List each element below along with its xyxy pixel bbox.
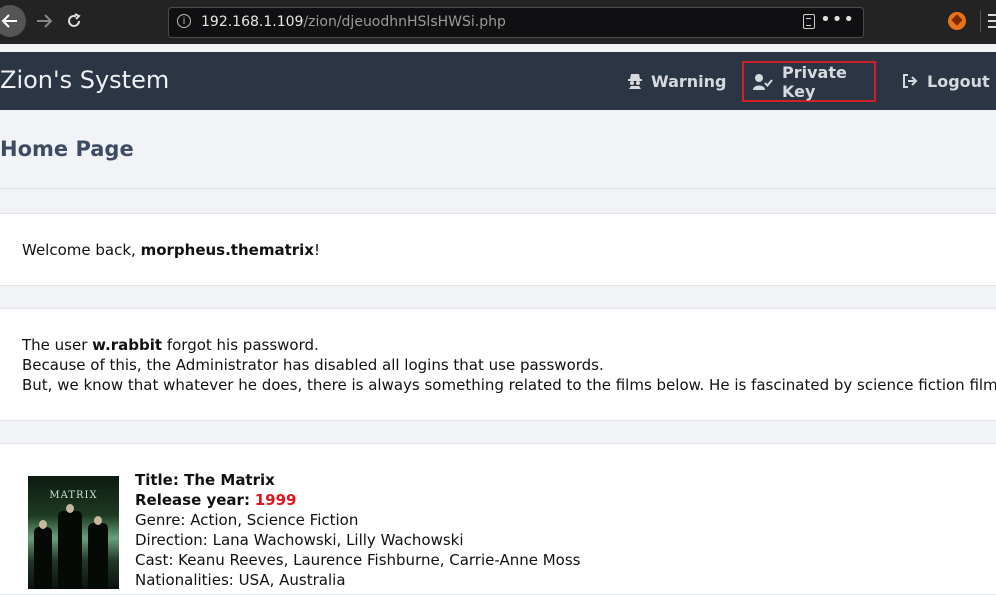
- poster-figure: [88, 523, 108, 589]
- address-bar[interactable]: i 192.168.1.109/zion/djeuodhnHSlsHWSi.ph…: [168, 7, 864, 38]
- poster-title: MATRIX: [49, 490, 98, 501]
- notice-l1-suffix: forgot his password.: [162, 336, 319, 354]
- page-title-bar: Home Page: [0, 110, 996, 189]
- reader-view-icon[interactable]: [803, 14, 815, 29]
- movie-year-label: Release year:: [135, 491, 250, 509]
- nav-warning-label: Warning: [651, 71, 727, 91]
- info-icon[interactable]: i: [177, 14, 191, 28]
- nav-warning[interactable]: Warning: [628, 52, 726, 110]
- poster-head: [39, 520, 47, 529]
- poster-head: [94, 516, 102, 525]
- nav-private-key-label: Private Key: [782, 62, 847, 101]
- spy-icon: [628, 73, 642, 89]
- movie-cast: Cast: Keanu Reeves, Laurence Fishburne, …: [135, 551, 581, 569]
- welcome-username: morpheus.thematrix: [140, 241, 314, 259]
- url-path: /zion/djeuodhnHSlsHWSi.php: [303, 14, 506, 30]
- movie-genre: Genre: Action, Science Fiction: [135, 511, 359, 529]
- site-header: Zion's System Warning Private Key Logout: [0, 52, 996, 110]
- welcome-prefix: Welcome back,: [22, 241, 141, 259]
- nav-private-key[interactable]: Private Key: [742, 61, 876, 102]
- back-arrow-icon[interactable]: [0, 5, 26, 37]
- extension-icon[interactable]: [948, 12, 966, 30]
- forward-arrow-icon[interactable]: [30, 7, 58, 35]
- url-text[interactable]: 192.168.1.109/zion/djeuodhnHSlsHWSi.php: [201, 14, 506, 30]
- user-check-icon: [753, 73, 773, 90]
- movie-title-value: The Matrix: [178, 471, 275, 489]
- notice-line-2: Because of this, the Administrator has d…: [22, 356, 604, 374]
- poster-figure: [34, 527, 52, 589]
- notice-user: w.rabbit: [92, 336, 163, 354]
- notice-line-1: The user w.rabbit forgot his password.: [22, 336, 319, 354]
- poster-head: [66, 504, 74, 513]
- movie-year-value: 1999: [254, 491, 297, 509]
- menu-icon[interactable]: [988, 14, 996, 28]
- sign-out-icon: [902, 74, 918, 88]
- welcome-suffix: !: [313, 241, 320, 259]
- movie-card: MATRIX Title: The Matrix Release year: 1…: [0, 443, 996, 595]
- welcome-card: Welcome back, morpheus.thematrix!: [0, 213, 996, 286]
- movie-nationalities: Nationalities: USA, Australia: [135, 571, 346, 589]
- reload-icon[interactable]: [60, 7, 88, 35]
- toolbar-divider: [980, 10, 981, 32]
- browser-toolbar: i 192.168.1.109/zion/djeuodhnHSlsHWSi.ph…: [0, 0, 996, 44]
- welcome-message: Welcome back, morpheus.thematrix!: [22, 241, 320, 259]
- url-host: 192.168.1.109: [201, 14, 304, 30]
- movie-direction: Direction: Lana Wachowski, Lilly Wachows…: [135, 531, 464, 549]
- poster-figure: [58, 511, 82, 589]
- page-title: Home Page: [0, 137, 134, 161]
- notice-l1-prefix: The user: [22, 336, 93, 354]
- site-title[interactable]: Zion's System: [0, 66, 169, 94]
- notice-card: The user w.rabbit forgot his password. B…: [0, 308, 996, 421]
- movie-title-label: Title:: [135, 471, 179, 489]
- nav-logout-label: Logout: [927, 71, 990, 91]
- nav-logout[interactable]: Logout: [902, 52, 990, 110]
- movie-title: Title: The Matrix: [135, 471, 275, 489]
- movie-poster: MATRIX: [28, 476, 119, 589]
- movie-year: Release year: 1999: [135, 491, 297, 509]
- more-dots-icon[interactable]: •••: [820, 9, 855, 30]
- notice-line-3: But, we know that whatever he does, ther…: [22, 376, 996, 394]
